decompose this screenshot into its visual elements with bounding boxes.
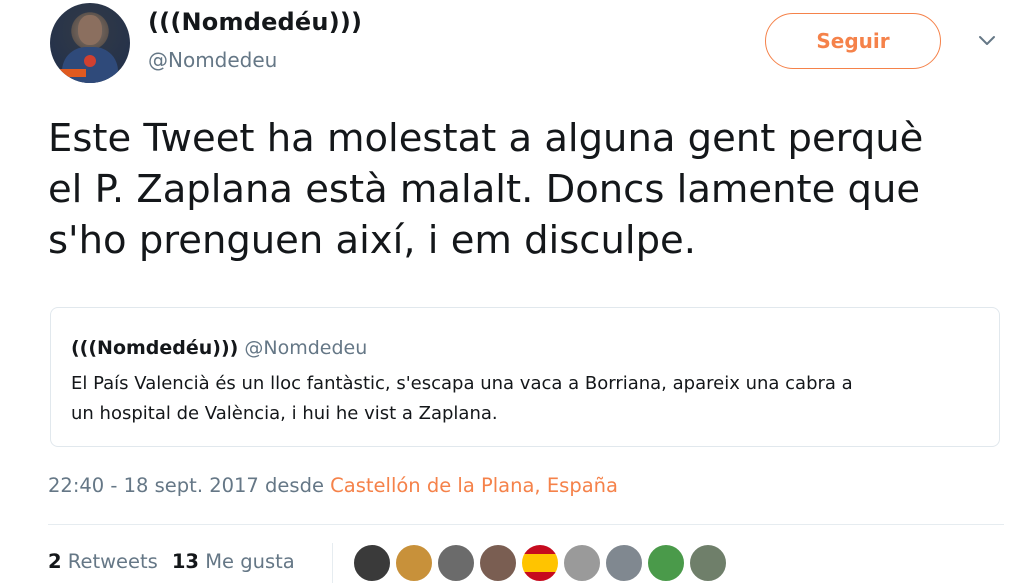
retweets-label: Retweets — [67, 550, 158, 573]
quoted-tweet-line: El País Valencià és un lloc fantàstic, s… — [71, 373, 853, 394]
retweets-stat[interactable]: 2 Retweets — [48, 550, 158, 573]
quoted-tweet-handle: @Nomdedeu — [244, 337, 368, 359]
divider — [48, 524, 1004, 525]
tweet-text-line: Este Tweet ha molestat a alguna gent per… — [48, 116, 924, 161]
liker-avatar[interactable] — [604, 543, 644, 583]
liker-avatar[interactable] — [646, 543, 686, 583]
tweet-text-line: el P. Zaplana està malalt. Doncs lamente… — [48, 167, 921, 212]
chevron-down-icon[interactable] — [974, 30, 1000, 52]
likes-count: 13 — [171, 550, 199, 573]
liker-avatar[interactable] — [688, 543, 728, 583]
quoted-tweet-text: El País Valencià és un lloc fantàstic, s… — [71, 369, 991, 429]
liker-avatar[interactable] — [562, 543, 602, 583]
tweet-text-line: s'ho prenguen així, i em disculpe. — [48, 218, 696, 263]
quoted-tweet-display-name: (((Nomdedéu))) — [71, 337, 239, 359]
avatar-face — [78, 15, 102, 45]
tweet-text: Este Tweet ha molestat a alguna gent per… — [48, 113, 1008, 266]
liker-avatar[interactable] — [352, 543, 392, 583]
tweet-meta: 22:40 - 18 sept. 2017 desde Castellón de… — [48, 474, 618, 497]
likes-label: Me gusta — [205, 550, 295, 573]
liker-avatar[interactable] — [436, 543, 476, 583]
quoted-tweet-header: (((Nomdedéu))) @Nomdedeu — [71, 337, 367, 359]
liker-avatar[interactable] — [520, 543, 560, 583]
follow-button[interactable]: Seguir — [765, 13, 941, 69]
avatar-badge — [84, 55, 96, 67]
liker-avatar[interactable] — [394, 543, 434, 583]
quoted-tweet-line: un hospital de València, i hui he vist a… — [71, 403, 498, 424]
tweet-from-word: desde — [265, 474, 324, 497]
quoted-tweet-card[interactable]: (((Nomdedéu))) @Nomdedeu El País Valencià… — [50, 307, 1000, 447]
likes-stat[interactable]: 13 Me gusta — [172, 550, 295, 573]
tweet-timestamp[interactable]: 22:40 - 18 sept. 2017 — [48, 474, 259, 497]
author-display-name[interactable]: (((Nomdedéu))) — [148, 8, 362, 36]
liker-avatar[interactable] — [478, 543, 518, 583]
retweets-count: 2 — [48, 550, 62, 573]
stats-divider — [332, 543, 333, 583]
avatar-strip — [56, 69, 86, 77]
tweet-location-link[interactable]: Castellón de la Plana, España — [330, 474, 618, 497]
author-avatar[interactable] — [50, 3, 130, 83]
tweet-stats: 2 Retweets 13 Me gusta — [48, 550, 295, 573]
author-handle[interactable]: @Nomdedeu — [148, 48, 277, 72]
